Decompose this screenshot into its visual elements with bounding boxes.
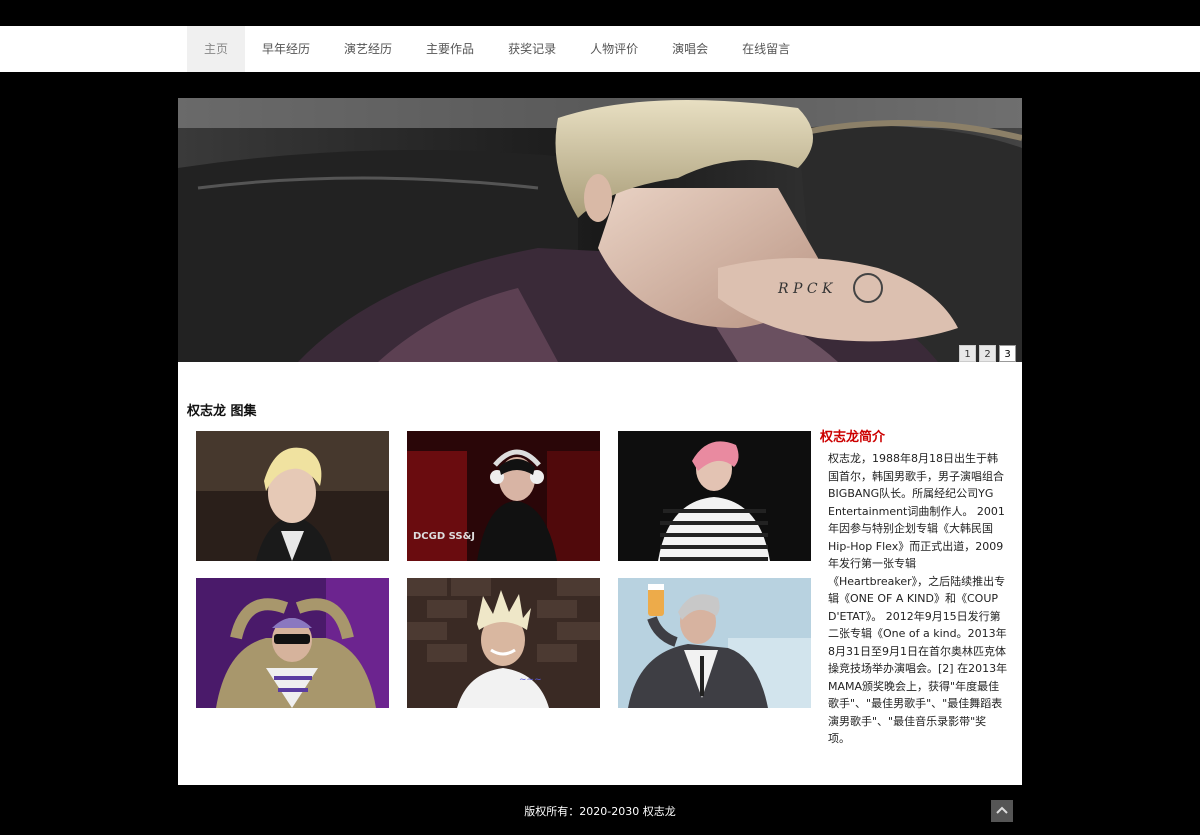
svg-text:R P C K: R P C K [777,281,834,297]
main-container: R P C K 1 2 3 权志龙 图集 DCGD SS&J ~~~ 权志龙简介… [178,98,1022,785]
nav-item-career[interactable]: 演艺经历 [327,26,409,72]
banner-image: R P C K [178,98,1022,362]
nav-item-guestbook[interactable]: 在线留言 [725,26,807,72]
nav-item-awards[interactable]: 获奖记录 [491,26,573,72]
nav-item-early-life[interactable]: 早年经历 [245,26,327,72]
gallery-photo-5[interactable]: ~~~ [407,578,600,708]
photo-image [196,578,389,708]
pager-button-1[interactable]: 1 [959,345,976,362]
footer-copyright: 版权所有：2020-2030 权志龙 [524,805,676,818]
gallery-photo-1[interactable] [196,431,389,561]
photo-caption: DCGD SS&J [413,531,475,542]
photo-image [196,431,389,561]
nav-item-reviews[interactable]: 人物评价 [573,26,655,72]
photo-image [618,431,811,561]
banner-pager: 1 2 3 [959,345,1016,362]
photo-image: DCGD SS&J [407,431,600,561]
intro-title: 权志龙简介 [820,430,886,445]
top-navbar: 主页 早年经历 演艺经历 主要作品 获奖记录 人物评价 演唱会 在线留言 [0,26,1200,72]
pager-button-2[interactable]: 2 [979,345,996,362]
gallery-photo-3[interactable] [618,431,811,561]
back-to-top-button[interactable] [991,800,1013,822]
gallery-photo-6[interactable] [618,578,811,708]
svg-text:~~~: ~~~ [519,675,542,685]
nav-item-home[interactable]: 主页 [187,26,246,72]
photo-image: ~~~ [407,578,600,708]
main-nav: 主页 早年经历 演艺经历 主要作品 获奖记录 人物评价 演唱会 在线留言 [187,26,807,72]
gallery-photo-4[interactable] [196,578,389,708]
banner-slider[interactable]: R P C K 1 2 3 [178,98,1022,362]
gallery-title: 权志龙 图集 [187,404,257,419]
chevron-up-icon [996,806,1008,814]
nav-item-concerts[interactable]: 演唱会 [655,26,725,72]
photo-image [618,578,811,708]
gallery-photo-2[interactable]: DCGD SS&J [407,431,600,561]
nav-item-works[interactable]: 主要作品 [409,26,491,72]
intro-text: 权志龙，1988年8月18日出生于韩国首尔，韩国男歌手，男子演唱组合BIGBAN… [828,452,1008,745]
pager-button-3[interactable]: 3 [999,345,1016,362]
